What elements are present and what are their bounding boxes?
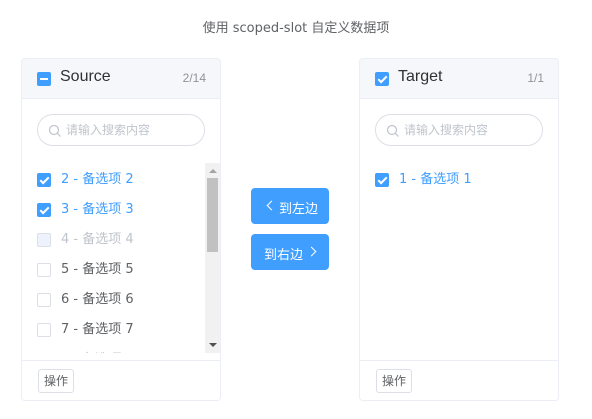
target-panel-title: Target: [398, 68, 443, 85]
list-item[interactable]: 2 - 备选项 2: [37, 165, 207, 195]
move-to-right-label: 到右边: [264, 248, 304, 263]
target-operation-button[interactable]: 操作: [376, 369, 412, 393]
target-panel-header: Target 1/1: [360, 59, 558, 99]
list-item[interactable]: 7 - 备选项 7: [37, 315, 207, 345]
item-checkbox[interactable]: [37, 293, 51, 307]
list-item[interactable]: 3 - 备选项 3: [37, 195, 207, 225]
item-label: 3 - 备选项 3: [61, 202, 134, 217]
list-item[interactable]: 6 - 备选项 6: [37, 285, 207, 315]
item-label: 8 - 备选项 8: [61, 345, 134, 353]
list-item[interactable]: 5 - 备选项 5: [37, 255, 207, 285]
target-panel: Target 1/1 1 - 备选项 1 操作: [359, 58, 559, 401]
list-item: 4 - 备选项 4: [37, 225, 207, 255]
list-item: 8 - 备选项 8: [37, 345, 207, 353]
item-checkbox[interactable]: [37, 203, 51, 217]
source-select-all-checkbox[interactable]: [37, 72, 51, 86]
search-icon: [386, 124, 399, 137]
item-label: 7 - 备选项 7: [61, 322, 134, 337]
item-checkbox[interactable]: [37, 323, 51, 337]
search-icon: [48, 124, 61, 137]
target-search-box: [375, 114, 543, 146]
scrollbar-thumb[interactable]: [207, 178, 218, 252]
target-panel-footer: 操作: [360, 360, 558, 400]
chevron-right-icon: [306, 246, 317, 257]
source-panel-title: Source: [60, 68, 111, 85]
item-checkbox[interactable]: [375, 173, 389, 187]
target-search-input[interactable]: [404, 115, 536, 145]
item-checkbox: [37, 233, 51, 247]
move-to-left-label: 到左边: [279, 202, 319, 217]
target-select-all-checkbox[interactable]: [375, 72, 389, 86]
source-list: 2 - 备选项 2 3 - 备选项 3 4 - 备选项 4 5 - 备选项 5 …: [22, 163, 220, 353]
scroll-up-arrow-icon[interactable]: [209, 169, 217, 173]
demo-caption: 使用 scoped-slot 自定义数据项: [202, 21, 390, 36]
item-label: 1 - 备选项 1: [399, 172, 472, 187]
chevron-left-icon: [266, 200, 277, 211]
item-label: 6 - 备选项 6: [61, 292, 134, 307]
source-search-box: [37, 114, 205, 146]
item-checkbox[interactable]: [37, 173, 51, 187]
item-label: 5 - 备选项 5: [61, 262, 134, 277]
source-operation-button[interactable]: 操作: [38, 369, 74, 393]
target-selected-count: 1/1: [527, 71, 544, 85]
source-selected-count: 2/14: [182, 71, 206, 85]
source-panel-header: Source 2/14: [22, 59, 220, 99]
item-label: 2 - 备选项 2: [61, 172, 134, 187]
scroll-down-arrow-icon[interactable]: [209, 343, 217, 347]
source-panel: Source 2/14 2 - 备选项 2 3 - 备选项 3 4 - 备选项 …: [21, 58, 221, 401]
item-label: 4 - 备选项 4: [61, 232, 134, 247]
source-search-input[interactable]: [66, 115, 198, 145]
item-checkbox[interactable]: [37, 263, 51, 277]
source-list-scrollbar[interactable]: [205, 163, 220, 353]
move-to-right-button[interactable]: 到右边: [251, 234, 329, 270]
move-to-left-button[interactable]: 到左边: [251, 188, 329, 224]
list-item[interactable]: 1 - 备选项 1: [375, 165, 545, 195]
target-list: 1 - 备选项 1: [360, 163, 558, 353]
source-panel-footer: 操作: [22, 360, 220, 400]
